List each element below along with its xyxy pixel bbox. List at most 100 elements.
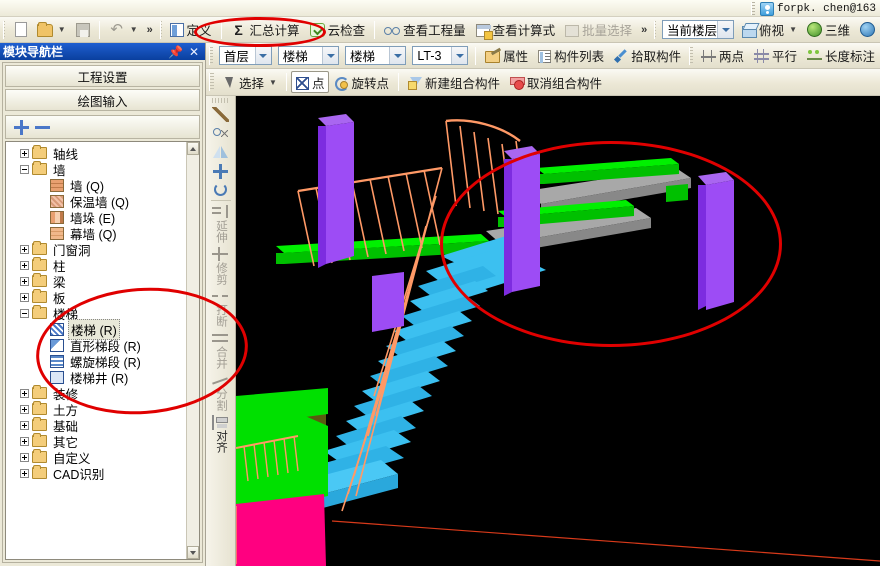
- pin-icon[interactable]: 📌: [165, 45, 186, 59]
- chevron-down-icon[interactable]: ▼: [269, 78, 277, 87]
- tree-item-5[interactable]: 幕墙 (Q): [6, 225, 186, 242]
- batch-select-button[interactable]: 批量选择: [560, 19, 637, 41]
- tree-folder-17[interactable]: 基础: [6, 417, 186, 434]
- two-point-button[interactable]: 两点: [696, 45, 749, 67]
- expand-toggle-plus-icon[interactable]: [20, 420, 29, 430]
- toolbar-grip-1[interactable]: [3, 20, 5, 39]
- toolbar-grip-2[interactable]: [159, 20, 162, 39]
- tree-item-14[interactable]: 楼梯井 (R): [6, 369, 186, 386]
- select-tool-button[interactable]: 选择 ▼: [217, 71, 282, 93]
- pick-component-button[interactable]: 拾取构件: [609, 45, 686, 67]
- chevron-down-icon[interactable]: [389, 47, 406, 64]
- expand-toggle-plus-icon[interactable]: [20, 276, 29, 286]
- save-button[interactable]: [71, 19, 95, 41]
- new-file-button[interactable]: [8, 19, 32, 41]
- toolbar-grip[interactable]: [750, 2, 755, 15]
- open-file-button[interactable]: ▼: [32, 19, 71, 41]
- move-tool[interactable]: [208, 162, 234, 181]
- floor-scope-select[interactable]: 当前楼层: [662, 20, 735, 39]
- mirror-tool[interactable]: [208, 143, 234, 162]
- offset-tool[interactable]: [208, 124, 234, 143]
- view-formula-button[interactable]: 查看计算式: [471, 19, 561, 41]
- section-project-settings-label: 工程设置: [77, 70, 128, 85]
- summary-calc-button[interactable]: Σ 汇总计算: [226, 19, 305, 41]
- split-tool[interactable]: 分割: [208, 371, 234, 413]
- expand-toggle-plus-icon[interactable]: [20, 404, 29, 414]
- toolbar-overflow-2[interactable]: »: [637, 24, 651, 36]
- align-tool[interactable]: 对齐: [208, 413, 234, 455]
- extend-tool[interactable]: 延伸: [208, 203, 234, 245]
- cloud-check-button[interactable]: 云检查: [305, 19, 371, 41]
- tree-scrollbar[interactable]: [186, 142, 199, 559]
- expand-all-icon[interactable]: [14, 119, 29, 135]
- collapse-all-icon[interactable]: [35, 120, 50, 135]
- tree-folder-0[interactable]: 轴线: [6, 145, 186, 162]
- undo-button[interactable]: ↶ ▼: [104, 19, 143, 41]
- rotate-point-label: 旋转点: [351, 76, 389, 91]
- rotate-point-button[interactable]: 旋转点: [329, 71, 394, 93]
- expand-toggle-minus-icon[interactable]: [20, 164, 29, 174]
- split-icon: [212, 373, 229, 388]
- format-brush-tool[interactable]: [208, 105, 234, 124]
- rotate-tool[interactable]: [208, 181, 234, 198]
- toolbar-grip-3[interactable]: [654, 20, 657, 39]
- floor-scope-value: 当前楼层: [667, 24, 718, 38]
- expand-toggle-plus-icon[interactable]: [20, 260, 29, 270]
- component-list-button[interactable]: 构件列表: [533, 45, 609, 67]
- component-select[interactable]: LT-3: [412, 46, 469, 65]
- expand-toggle-plus-icon[interactable]: [20, 148, 29, 158]
- chevron-down-icon[interactable]: ▼: [58, 25, 66, 34]
- break-tool[interactable]: 打断: [208, 287, 234, 329]
- chevron-down-icon[interactable]: ▼: [130, 25, 138, 34]
- expand-toggle-minus-icon[interactable]: [20, 308, 29, 318]
- cancel-group-component-button[interactable]: 取消组合构件: [505, 71, 607, 93]
- merge-tool[interactable]: 合并: [208, 329, 234, 371]
- chevron-down-icon[interactable]: ▼: [789, 25, 797, 34]
- parallel-button[interactable]: 平行: [749, 45, 802, 67]
- close-icon[interactable]: ✕: [186, 45, 202, 59]
- toolbar-grip-6[interactable]: [209, 73, 214, 91]
- chevron-down-icon[interactable]: [322, 47, 339, 64]
- toolbar-grip-5[interactable]: [689, 46, 693, 65]
- tree-folder-8[interactable]: 梁: [6, 273, 186, 290]
- subcategory-select[interactable]: 楼梯: [345, 46, 407, 65]
- floor-select[interactable]: 首层: [218, 46, 272, 65]
- projection-button[interactable]: 俯视 ▼: [737, 19, 802, 41]
- two-point-label: 两点: [718, 50, 744, 64]
- three-d-viewport[interactable]: [236, 96, 880, 566]
- vstrip-grip[interactable]: [211, 98, 230, 103]
- tree-folder-16[interactable]: 土方: [6, 401, 186, 418]
- tree-folder-18[interactable]: 其它: [6, 433, 186, 450]
- length-dimension-button[interactable]: 长度标注: [802, 45, 880, 67]
- tree-folder-15[interactable]: 装修: [6, 385, 186, 402]
- new-group-component-button[interactable]: 新建组合构件: [403, 71, 505, 93]
- tree-folder-7[interactable]: 柱: [6, 257, 186, 274]
- expand-toggle-plus-icon[interactable]: [20, 452, 29, 462]
- expand-toggle-plus-icon[interactable]: [20, 292, 29, 302]
- toolbar-grip-4[interactable]: [209, 46, 213, 65]
- section-drawing-input[interactable]: 绘图输入: [5, 89, 200, 111]
- expand-toggle-plus-icon[interactable]: [20, 468, 29, 478]
- toolbar-overflow-1[interactable]: »: [143, 24, 157, 36]
- scroll-down-button[interactable]: [187, 546, 199, 559]
- chevron-down-icon[interactable]: [451, 47, 468, 64]
- tree-folder-6[interactable]: 门窗洞: [6, 241, 186, 258]
- three-d-button[interactable]: 三维: [802, 19, 855, 41]
- view-quantity-button[interactable]: 查看工程量: [379, 19, 471, 41]
- chevron-down-icon[interactable]: [717, 21, 734, 38]
- three-d-extra-button[interactable]: [855, 19, 880, 41]
- section-project-settings[interactable]: 工程设置: [5, 65, 200, 87]
- scroll-up-button[interactable]: [187, 142, 199, 155]
- define-button[interactable]: 定义: [165, 19, 217, 41]
- trim-tool[interactable]: 修剪: [208, 245, 234, 287]
- account-indicator[interactable]: forpk. chen@163: [748, 0, 876, 17]
- tree-folder-20[interactable]: CAD识别: [6, 465, 186, 482]
- tree-folder-9[interactable]: 板: [6, 289, 186, 306]
- property-button[interactable]: 属性: [480, 45, 533, 67]
- expand-toggle-plus-icon[interactable]: [20, 388, 29, 398]
- expand-toggle-plus-icon[interactable]: [20, 436, 29, 446]
- expand-toggle-plus-icon[interactable]: [20, 244, 29, 254]
- chevron-down-icon[interactable]: [254, 47, 271, 64]
- point-tool-button[interactable]: 点: [290, 71, 330, 93]
- category-select[interactable]: 楼梯: [277, 46, 340, 65]
